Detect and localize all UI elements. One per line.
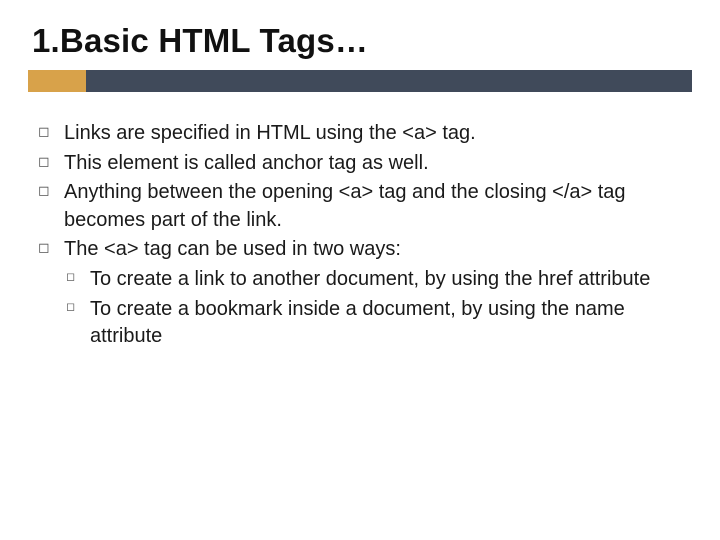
bullet-list: Links are specified in HTML using the <a… <box>34 120 682 351</box>
page-title: 1.Basic HTML Tags… <box>32 22 692 60</box>
accent-bar <box>28 70 692 92</box>
list-item: The <a> tag can be used in two ways: To … <box>34 236 682 350</box>
accent-bar-main <box>28 70 692 92</box>
sub-list-item-text: To create a link to another document, by… <box>90 268 650 290</box>
sub-list: To create a link to another document, by… <box>64 266 682 351</box>
list-item-text: Anything between the opening <a> tag and… <box>64 181 626 231</box>
list-item: Links are specified in HTML using the <a… <box>34 120 682 148</box>
list-item-text: The <a> tag can be used in two ways: <box>64 238 401 260</box>
sub-list-item: To create a link to another document, by… <box>64 266 682 294</box>
list-item: This element is called anchor tag as wel… <box>34 150 682 178</box>
content-area: Links are specified in HTML using the <a… <box>28 120 692 351</box>
slide: 1.Basic HTML Tags… Links are specified i… <box>0 0 720 540</box>
list-item: Anything between the opening <a> tag and… <box>34 179 682 234</box>
list-item-text: Links are specified in HTML using the <a… <box>64 122 476 144</box>
sub-list-item-text: To create a bookmark inside a document, … <box>90 298 625 348</box>
list-item-text: This element is called anchor tag as wel… <box>64 152 429 174</box>
accent-bar-chip <box>28 70 86 92</box>
sub-list-item: To create a bookmark inside a document, … <box>64 296 682 351</box>
